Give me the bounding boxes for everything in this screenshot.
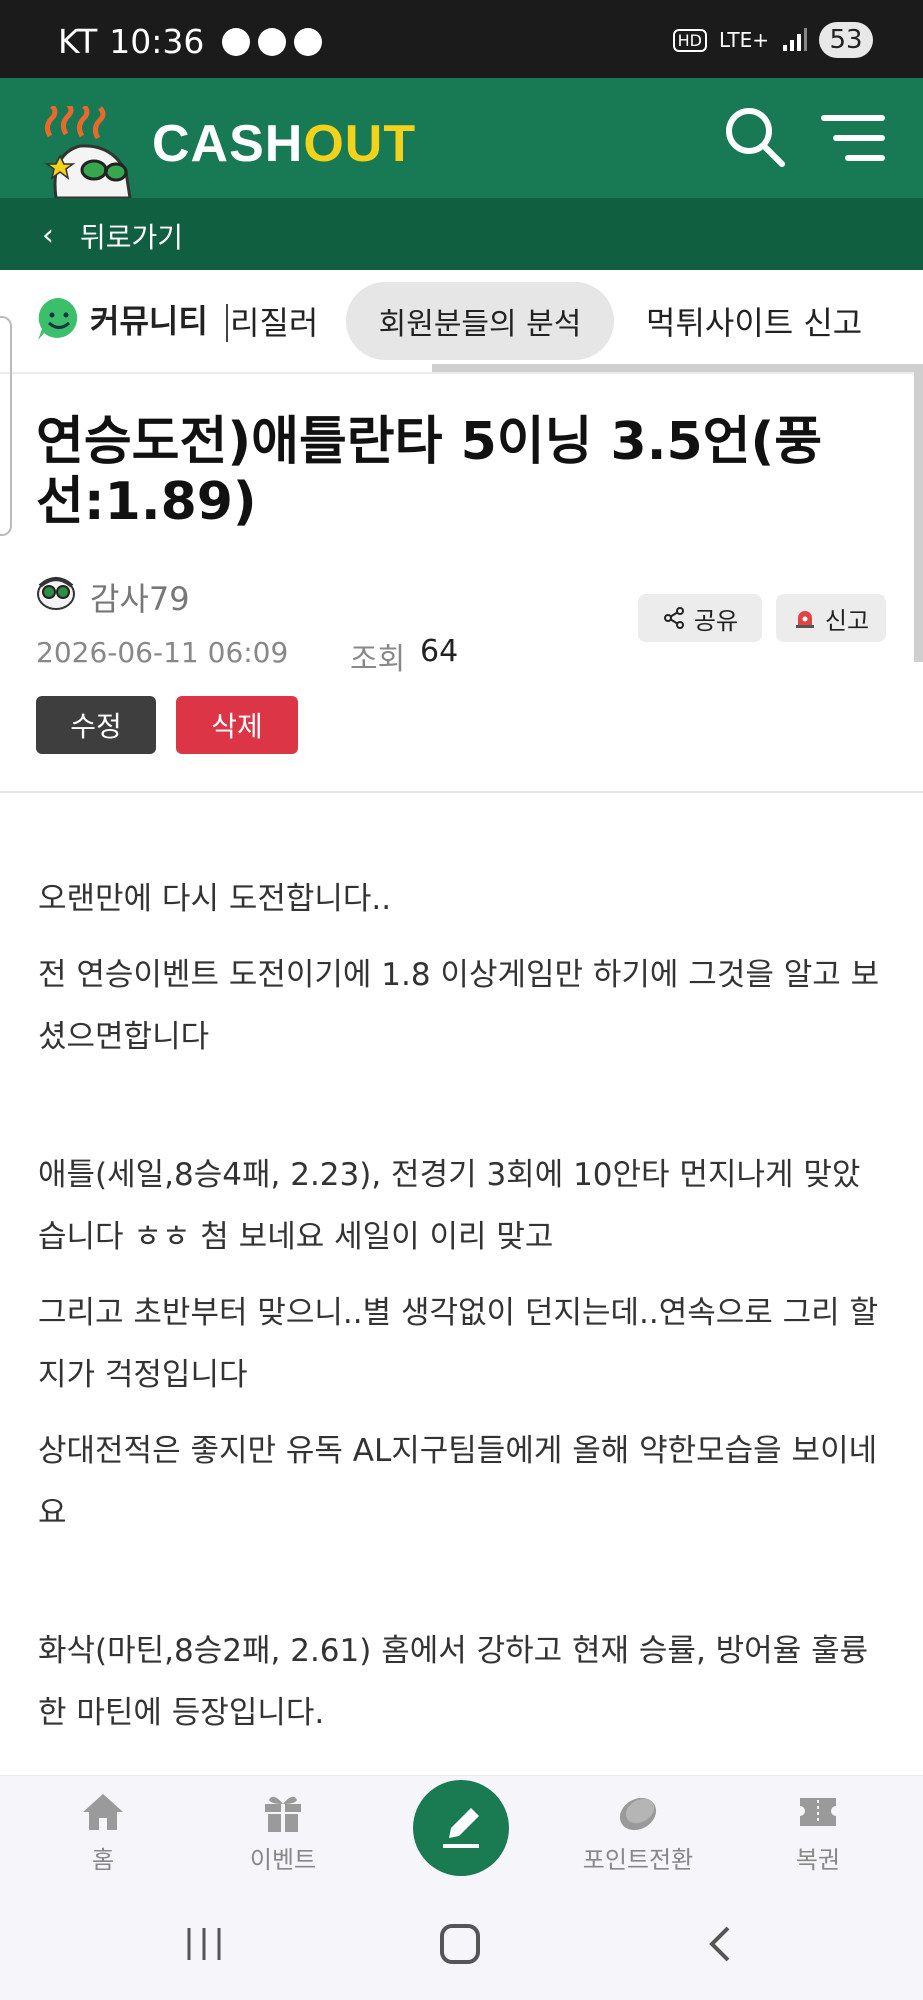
search-icon[interactable] [722,104,788,170]
system-nav-bar [0,1888,923,2000]
delete-button[interactable]: 삭제 [176,696,298,754]
body-blank-line [38,1082,888,1144]
home-nav-icon[interactable] [440,1924,480,1964]
page-scrollbar[interactable] [914,372,923,662]
pencil-icon [443,1808,479,1848]
body-blank-line [38,1558,888,1620]
battery-indicator: 53 [819,22,873,58]
hd-icon: HD [672,28,707,52]
post-title: 연승도전)애틀란타 5이닝 3.5언(풍선:1.89) [36,412,823,532]
post-body: 오랜만에 다시 도전합니다.. 전 연승이벤트 도전이기에 1.8 이상게임만 … [38,868,888,1758]
edit-button[interactable]: 수정 [36,696,156,754]
views-count: 64 [420,634,459,669]
status-bar: KT 10:36 HD LTE+ 53 [0,0,923,78]
logo-text[interactable]: CASHOUT [152,114,416,174]
signal-icon [783,28,807,51]
author-name[interactable]: 감사79 [90,574,190,620]
nav-event-label: 이벤트 [249,1846,317,1874]
notification-icon [222,27,251,56]
tab-divider [226,304,228,342]
share-icon [663,607,684,629]
edge-panel-handle[interactable] [0,316,12,536]
gift-icon [265,1796,301,1832]
content-divider [0,791,923,793]
back-nav-icon[interactable] [700,1924,740,1964]
nav-lottery[interactable]: 복권 [753,1790,883,1875]
report-button[interactable]: 신고 [776,594,886,642]
body-paragraph: 전 연승이벤트 도전이기에 1.8 이상게임만 하기에 그것을 알고 보셨으면합… [38,957,880,1055]
body-paragraph: 그리고 초반부터 맞으니..별 생각없이 던지는데..연속으로 그리 할지가 걱… [38,1295,879,1393]
status-left: KT 10:36 [58,22,323,61]
nav-lottery-label: 복권 [795,1846,841,1874]
nav-event[interactable]: 이벤트 [218,1790,348,1875]
carrier: KT [58,22,98,61]
logo-mascot-icon[interactable] [40,106,140,198]
tab-scam-report[interactable]: 먹튀사이트 신고 [646,270,862,372]
category-tabs: 커뮤니티 리질러 회원분들의 분석 먹튀사이트 신고 [0,270,923,374]
network-label: LTE+ [719,28,769,52]
author-avatar-icon [37,577,75,610]
chevron-left-icon: ‹ [42,218,54,253]
back-button[interactable]: ‹ 뒤로가기 [0,198,923,270]
tab-member-analysis[interactable]: 회원분들의 분석 [346,282,614,360]
nav-home[interactable]: 홈 [38,1790,168,1875]
notification-icon [258,27,287,56]
share-label: 공유 [693,606,739,635]
notification-icon [294,27,323,56]
app-header: CASHOUT [0,78,923,198]
nav-points[interactable]: 포인트전환 [573,1790,703,1875]
body-paragraph: 화삭(마틴,8승2패, 2.61) 홈에서 강하고 현재 승률, 방어율 훌륭한… [38,1633,869,1731]
chat-smiley-icon [38,297,78,340]
coin-icon [619,1797,657,1831]
back-label: 뒤로가기 [80,221,184,254]
write-post-button[interactable] [413,1780,509,1876]
logo-cash: CASH [152,115,304,173]
post-date: 2026-06-11 06:09 [36,636,289,669]
tab-community[interactable]: 커뮤니티 [36,296,208,342]
menu-icon[interactable] [820,112,886,164]
home-icon [83,1794,123,1830]
share-button[interactable]: 공유 [638,594,762,642]
nav-home-label: 홈 [91,1846,115,1874]
tab-relizler[interactable]: 리질러 [230,270,318,372]
nav-points-label: 포인트전환 [582,1846,694,1874]
report-label: 신고 [824,606,870,635]
clock: 10:36 [109,22,205,61]
recent-apps-icon[interactable] [183,1926,225,1962]
body-paragraph: 오랜만에 다시 도전합니다.. [38,881,392,917]
body-paragraph: 상대전적은 좋지만 유독 AL지구팀들에게 올해 약한모습을 보이네요 [38,1433,878,1531]
views-label: 조회 [350,642,406,677]
tabs-scroll-indicator [432,364,923,372]
siren-icon [795,611,814,628]
status-right: HD LTE+ 53 [672,22,873,58]
tab-community-label: 커뮤니티 [90,302,208,340]
ticket-icon [800,1798,836,1826]
notification-icons [222,27,323,56]
logo-out: OUT [303,115,417,173]
body-paragraph: 애틀(세일,8승4패, 2.23), 전경기 3회에 10안타 먼지나게 맞았습… [38,1157,861,1255]
